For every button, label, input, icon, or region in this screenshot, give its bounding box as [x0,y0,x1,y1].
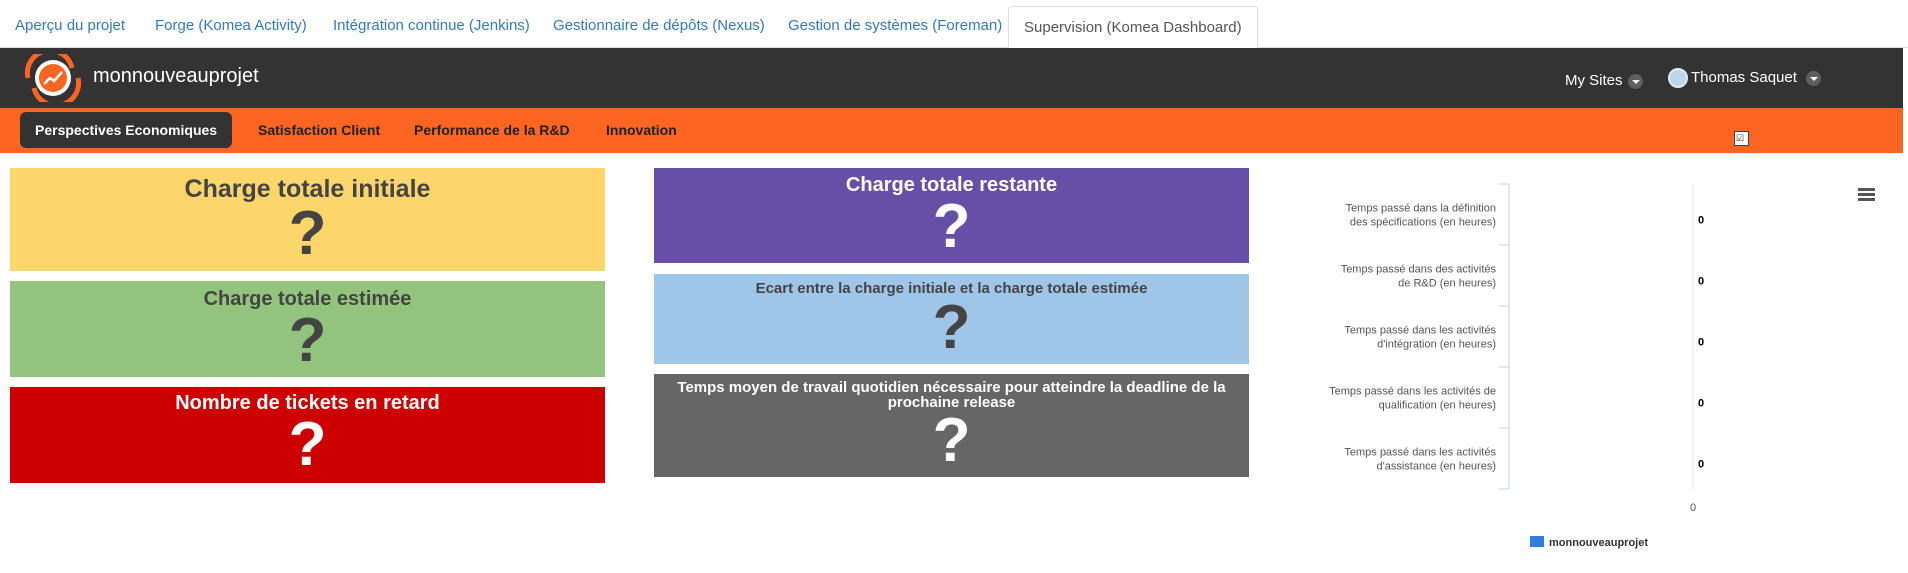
tab-gestionnaire-depots[interactable]: Gestionnaire de dépôts (Nexus) [553,0,765,48]
data-label: 0 [1698,337,1704,349]
nav-innovation[interactable]: Innovation [606,112,677,148]
legend-swatch [1530,536,1544,547]
category-label: Temps passé dans les activités de qualifi… [1329,386,1496,412]
tile-ecart: Ecart entre la charge initiale et la cha… [654,274,1249,364]
tile-value: ? [932,293,971,362]
data-label: 0 [1698,459,1704,471]
chevron-down-icon [1627,73,1643,89]
site-logo[interactable] [20,54,86,102]
site-header: monnouveauprojet My Sites Thomas Saquet [0,48,1903,108]
tile-charge-restante: Charge totale restante ? [654,168,1249,263]
checklist-icon[interactable]: ☑ [1734,131,1749,146]
user-name: Thomas Saquet [1691,68,1797,86]
my-sites-label: My Sites [1565,72,1623,89]
tile-value: ? [932,406,971,475]
category-label: Temps passé dans les activités d'intégrat… [1344,325,1496,351]
avatar [1668,68,1688,88]
user-menu[interactable]: Thomas Saquet [1668,68,1821,88]
tab-integration-continue[interactable]: Intégration continue (Jenkins) [333,0,530,48]
tile-charge-initiale: Charge totale initiale ? [10,168,605,271]
category-label: Temps passé dans les activités d'assistan… [1344,447,1496,473]
data-label: 0 [1698,215,1704,227]
site-title[interactable]: monnouveauprojet [93,65,259,88]
horizontal-bar-chart: Temps passé dans la définition des spécif… [1329,183,1704,549]
tab-supervision[interactable]: Supervision (Komea Dashboard) [1008,6,1258,48]
nav-performance-rd[interactable]: Performance de la R&D [414,112,570,148]
dashboard-nav: Perspectives Economiques Satisfaction Cl… [0,108,1903,153]
tile-charge-estimee: Charge totale estimée ? [10,281,605,377]
top-tab-bar: Aperçu du projet Forge (Komea Activity) … [0,0,1908,48]
tile-tickets-retard: Nombre de tickets en retard ? [10,387,605,483]
tile-value: ? [288,199,327,268]
legend-label: monnouveauprojet [1549,537,1648,549]
my-sites-menu[interactable]: My Sites [1565,72,1643,89]
tile-value: ? [288,410,327,479]
chevron-down-icon [1805,70,1821,86]
nav-perspectives-economiques[interactable]: Perspectives Economiques [20,112,233,148]
data-label: 0 [1698,276,1704,288]
category-label: Temps passé dans des activités de R&D (en… [1341,264,1497,290]
nav-satisfaction-client[interactable]: Satisfaction Client [258,112,380,148]
tile-value: ? [932,192,971,261]
tab-forge[interactable]: Forge (Komea Activity) [155,0,307,48]
tab-apercu-projet[interactable]: Aperçu du projet [15,0,125,48]
data-label: 0 [1698,398,1704,410]
category-label: Temps passé dans la définition des spécif… [1346,203,1496,229]
tab-gestion-systemes[interactable]: Gestion de systèmes (Foreman) [788,0,1002,48]
value-tick-label: 0 [1690,502,1696,514]
tile-temps-moyen: Temps moyen de travail quotidien nécessa… [654,374,1249,477]
tile-value: ? [288,306,327,375]
